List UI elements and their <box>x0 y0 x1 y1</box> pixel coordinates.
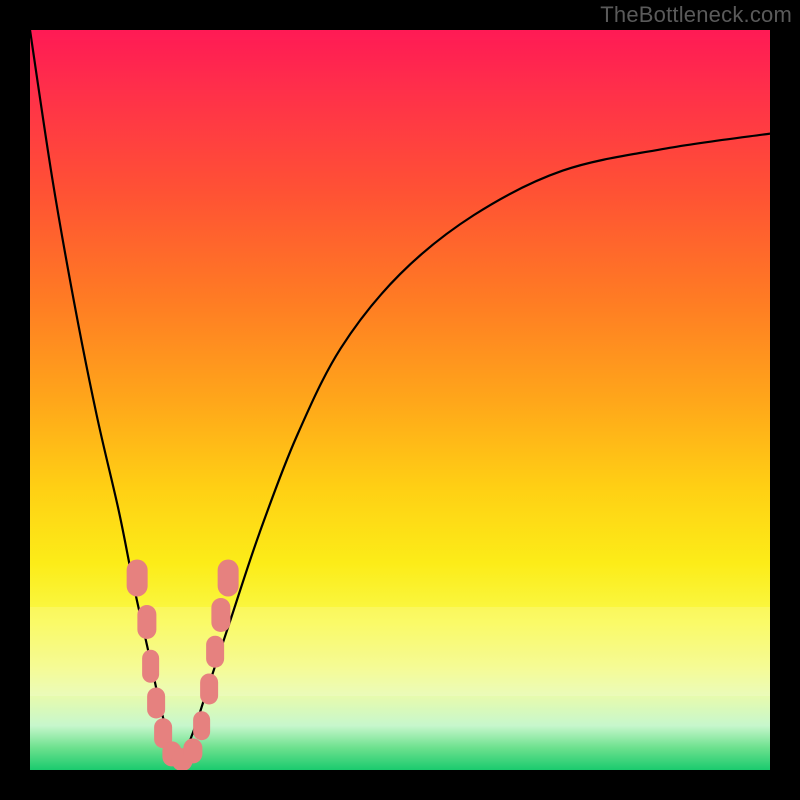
curve-marker <box>147 688 165 719</box>
curve-marker <box>127 559 148 596</box>
chart-frame: TheBottleneck.com <box>0 0 800 800</box>
curve-marker <box>193 711 211 741</box>
curve-marker <box>218 559 239 596</box>
bottleneck-curve-path <box>30 30 770 763</box>
watermark-text: TheBottleneck.com <box>600 2 792 28</box>
curve-marker <box>183 738 202 763</box>
curve-marker <box>137 605 156 639</box>
curve-marker <box>206 635 224 668</box>
plot-area <box>30 30 770 770</box>
curve-marker <box>200 673 218 704</box>
curve-marker <box>142 650 160 683</box>
curve-marker <box>211 598 230 632</box>
